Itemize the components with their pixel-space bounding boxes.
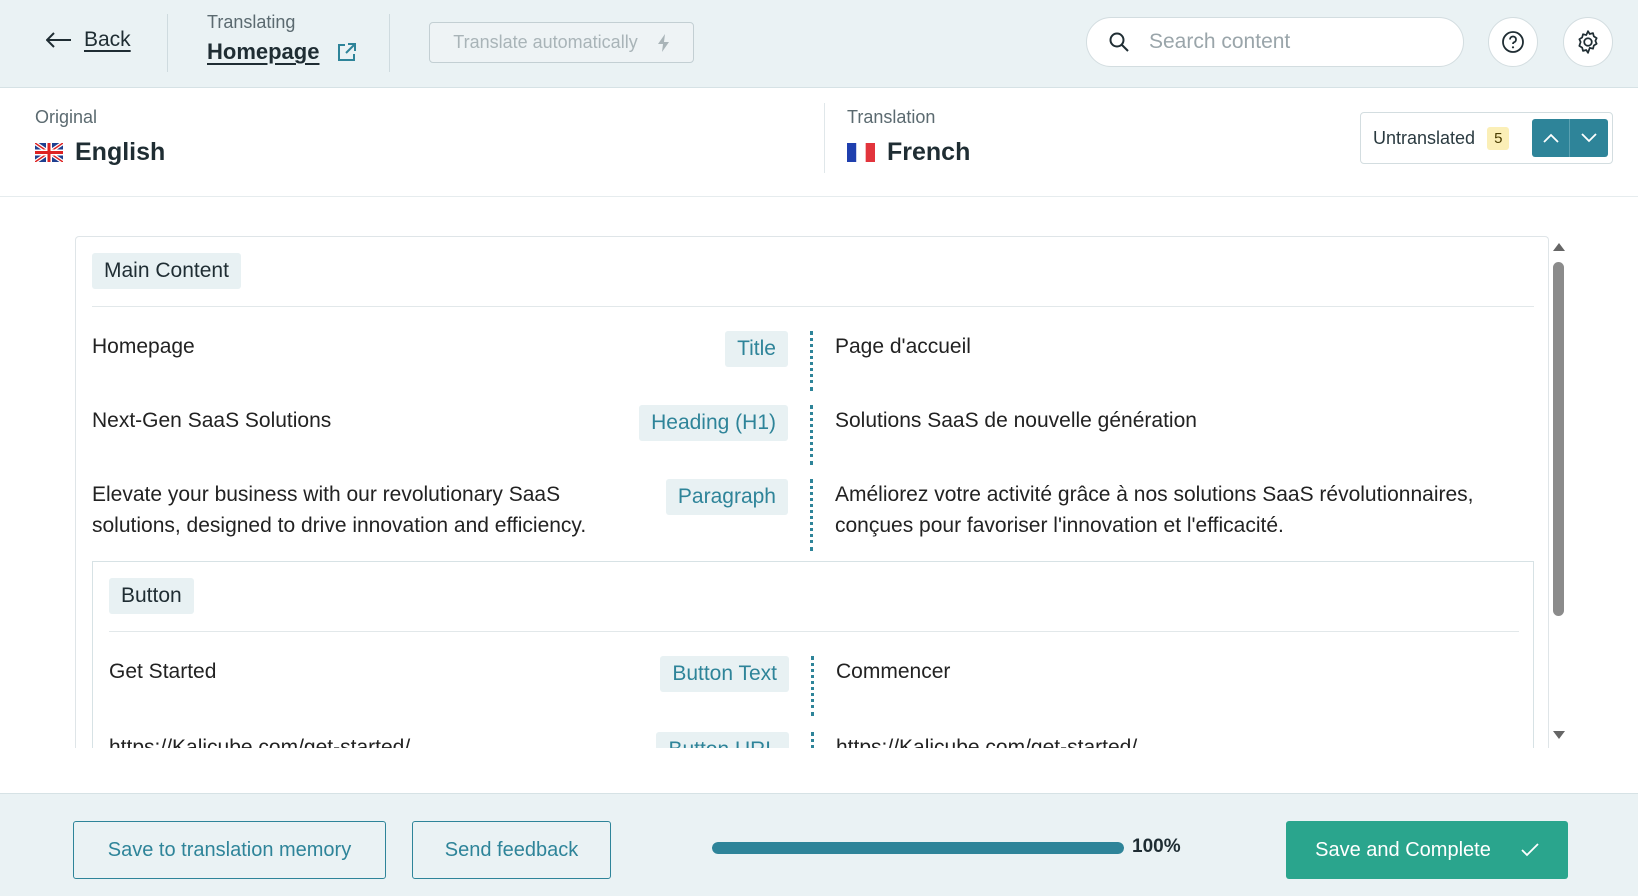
type-badge: Title — [725, 331, 788, 367]
bottom-bar: Save to translation memory Send feedback… — [0, 793, 1638, 896]
source-text: Next-Gen SaaS Solutions — [92, 409, 332, 432]
separator — [824, 103, 825, 173]
source-text: Elevate your business with our revolutio… — [92, 483, 587, 537]
search-box — [1086, 17, 1464, 67]
untranslated-label: Untranslated — [1373, 127, 1476, 148]
check-icon — [1521, 843, 1539, 857]
lightning-icon — [657, 33, 669, 52]
row-separator — [810, 405, 813, 465]
arrow-left-icon — [46, 32, 71, 48]
back-label: Back — [84, 28, 131, 51]
scrollbar-thumb[interactable] — [1553, 262, 1564, 616]
back-button[interactable]: Back — [46, 28, 131, 52]
section-label: Main Content — [92, 253, 241, 289]
untranslated-navigator: Untranslated 5 — [1360, 112, 1613, 164]
source-text: https://Kalicube.com/get-started/ — [109, 736, 411, 748]
separator — [389, 14, 390, 72]
language-header: Original English Translation French Untr… — [0, 89, 1638, 197]
source-text: Homepage — [92, 335, 195, 358]
translation-text[interactable]: Améliorez votre activité grâce à nos sol… — [835, 479, 1515, 541]
translation-text[interactable]: Page d'accueil — [835, 331, 1515, 362]
search-icon — [1109, 32, 1129, 52]
translate-automatically-button[interactable]: Translate automatically — [429, 22, 694, 63]
progress-fill — [712, 842, 1124, 854]
row-separator — [811, 732, 814, 748]
row-separator — [811, 656, 814, 716]
translation-language-name: French — [887, 138, 971, 166]
row-separator — [810, 479, 813, 551]
divider — [109, 631, 1519, 632]
external-link-icon[interactable] — [337, 42, 357, 62]
search-input[interactable] — [1149, 30, 1429, 54]
translation-language: Translation French — [847, 107, 970, 166]
save-and-complete-button[interactable]: Save and Complete — [1286, 821, 1568, 879]
translating-info: Translating Homepage — [207, 12, 357, 65]
group-label: Button — [109, 578, 194, 614]
save-and-complete-label: Save and Complete — [1315, 838, 1491, 861]
row-separator — [810, 331, 813, 391]
untranslated-count-badge: 5 — [1487, 126, 1510, 150]
source-text: Get Started — [109, 660, 217, 683]
progress-bar — [712, 842, 1124, 854]
translation-text[interactable]: Solutions SaaS de nouvelle génération — [835, 405, 1515, 436]
next-untranslated-button[interactable] — [1570, 119, 1608, 157]
translation-label: Translation — [847, 107, 936, 127]
chevron-down-icon — [1581, 133, 1597, 143]
top-bar: Back Translating Homepage Translate auto… — [0, 0, 1638, 88]
translation-text[interactable]: https://Kalicube.com/get-started/ — [836, 732, 1516, 748]
original-language: Original English — [35, 107, 165, 166]
original-label: Original — [35, 107, 98, 127]
scroll-up-arrow-icon[interactable] — [1552, 242, 1566, 252]
uk-flag-icon — [35, 143, 63, 162]
previous-untranslated-button[interactable] — [1532, 119, 1570, 157]
help-button[interactable] — [1488, 17, 1538, 67]
translate-automatically-label: Translate automatically — [453, 32, 638, 52]
scroll-down-arrow-icon[interactable] — [1552, 730, 1566, 740]
progress-percent: 100% — [1132, 836, 1181, 857]
separator — [167, 14, 168, 72]
translation-text[interactable]: Commencer — [836, 656, 1516, 687]
content-panel[interactable]: Main Content Homepage Title Page d'accue… — [75, 236, 1549, 748]
type-badge: Button Text — [660, 656, 789, 692]
chevron-up-icon — [1542, 133, 1559, 143]
type-badge: Button URL — [656, 732, 789, 748]
button-group: Button Get Started Button Text Commencer… — [92, 561, 1534, 748]
type-badge: Paragraph — [665, 479, 788, 515]
type-badge: Heading (H1) — [639, 405, 788, 441]
divider — [92, 306, 1534, 307]
page-name-link[interactable]: Homepage — [207, 39, 319, 65]
help-icon — [1502, 31, 1524, 53]
gear-icon — [1578, 30, 1598, 54]
settings-button[interactable] — [1563, 17, 1613, 67]
original-language-name: English — [75, 138, 166, 166]
save-to-memory-button[interactable]: Save to translation memory — [73, 821, 386, 879]
france-flag-icon — [847, 143, 875, 162]
translating-label: Translating — [207, 12, 296, 32]
send-feedback-button[interactable]: Send feedback — [412, 821, 611, 879]
